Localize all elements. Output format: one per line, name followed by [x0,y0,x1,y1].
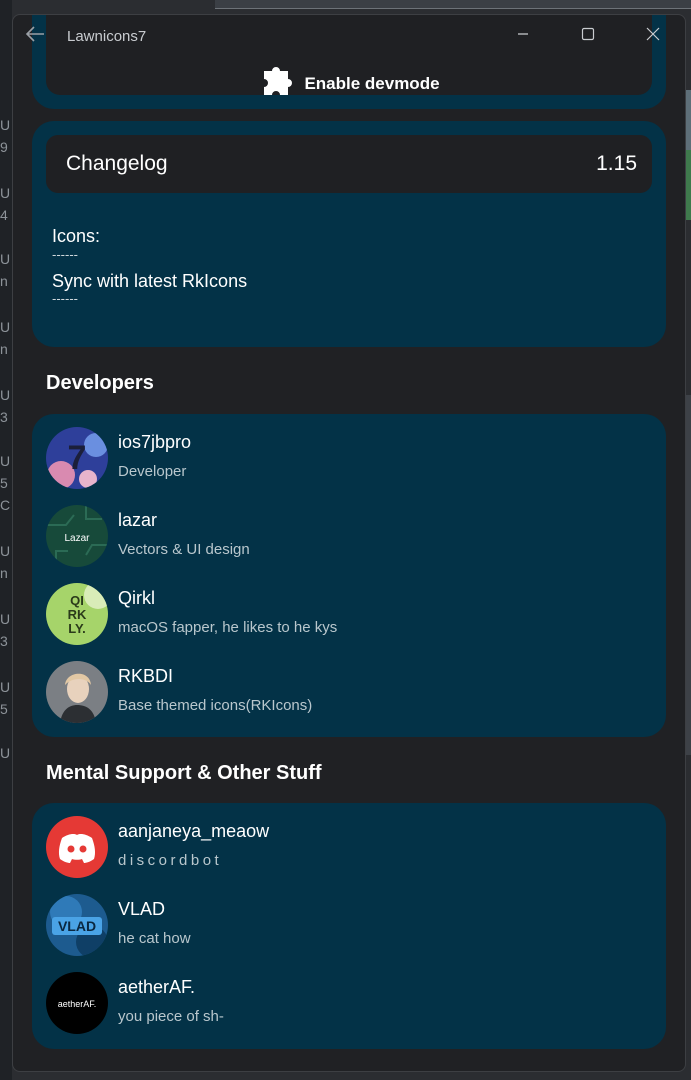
arrow-left-icon [25,25,45,47]
developer-role: Vectors & UI design [118,541,250,558]
desktop-text-fragment: n [0,341,8,357]
desktop-text-fragment: U [0,117,11,133]
svg-text:Lazar: Lazar [64,533,90,544]
avatar-vlad: VLAD [46,894,108,956]
app-window: Enable devmode Changelog 1.15 Icons: ---… [12,14,686,1072]
developer-name: ios7jbpro [118,432,192,452]
changelog-title: Changelog [66,152,168,175]
changelog-card: Changelog 1.15 Icons: ------ Sync with l… [32,121,666,347]
title-bar[interactable]: Lawnicons7 [13,15,685,57]
developer-item[interactable]: QI RK LY. Qirkl macOS fapper, he likes t… [46,583,646,647]
supporter-name: aanjaneya_meaow [118,821,270,841]
changelog-header[interactable]: Changelog 1.15 [46,135,652,193]
desktop-background-strip: U9U4UnUnU3U5CUnU3U5U [0,0,12,1080]
desktop-text-fragment: U [0,319,11,335]
avatar-rkbdi [46,661,108,723]
developers-heading: Developers [46,372,154,394]
desktop-text-fragment: 9 [0,139,8,155]
window-title: Lawnicons7 [67,27,147,45]
desktop-text-fragment: U [0,453,11,469]
supporter-name: aetherAF. [118,977,196,997]
desktop-text-fragment: U [0,745,11,761]
desktop-text-fragment: 5 [0,701,8,717]
close-icon [646,27,660,46]
desktop-text-fragment: U [0,387,11,403]
changelog-separator: ------ [52,246,78,262]
svg-text:VLAD: VLAD [58,918,96,934]
back-button[interactable] [13,15,57,57]
desktop-text-fragment: U [0,611,11,627]
supporter-role: you piece of sh- [118,1008,224,1025]
desktop-text-fragment: U [0,251,11,267]
desktop-text-fragment: 4 [0,207,8,223]
mental-support-card: aanjaneya_meaow discordbot VLAD VLAD he … [32,803,666,1049]
developer-role: Base themed icons(RKIcons) [118,697,313,714]
supporter-item[interactable]: VLAD VLAD he cat how [46,894,646,958]
changelog-line: Icons: [52,226,101,246]
changelog-separator: ------ [52,291,78,306]
desktop-text-fragment: 5 [0,475,8,491]
close-button[interactable] [620,15,685,57]
scroll-content[interactable]: Enable devmode Changelog 1.15 Icons: ---… [13,15,685,1071]
developer-role: macOS fapper, he likes to he kys [118,619,338,636]
desktop-text-fragment: U [0,185,11,201]
supporter-role: discordbot [118,852,223,869]
minimize-button[interactable] [490,15,555,57]
mental-support-heading: Mental Support & Other Stuff [46,762,322,784]
developers-card: 7 ios7jbpro Developer Lazar lazar Vector… [32,414,666,737]
developer-name: lazar [118,510,158,530]
avatar-lazar: Lazar [46,505,108,567]
avatar-qirkl: QI RK LY. [46,583,108,645]
developer-name: RKBDI [118,666,174,686]
supporter-name: VLAD [118,899,166,919]
developer-item[interactable]: RKBDI Base themed icons(RKIcons) [46,661,646,725]
svg-text:7: 7 [68,439,87,477]
desktop-text-fragment: n [0,565,8,581]
supporter-role: he cat how [118,930,191,947]
desktop-text-fragment: n [0,273,8,289]
developer-role: Developer [118,463,187,480]
developer-name: Qirkl [118,588,155,608]
supporter-item[interactable]: aetherAF. aetherAF. you piece of sh- [46,972,646,1036]
svg-text:RK: RK [68,607,87,622]
desktop-text-fragment: U [0,543,11,559]
changelog-version: 1.15 [596,152,637,175]
maximize-icon [581,27,595,46]
svg-text:aetherAF.: aetherAF. [58,999,97,1009]
developer-item[interactable]: Lazar lazar Vectors & UI design [46,505,646,569]
desktop-text-fragment: 3 [0,633,8,649]
desktop-window-edge [215,0,691,9]
changelog-body: Icons: ------ Sync with latest RkIcons -… [52,225,632,314]
avatar-aetheraf: aetherAF. [46,972,108,1034]
discord-icon [46,816,108,878]
svg-text:QI: QI [70,593,84,608]
desktop-text-fragment: 3 [0,409,8,425]
changelog-line: Sync with latest RkIcons [52,270,248,291]
svg-text:LY.: LY. [68,621,86,636]
developer-item[interactable]: 7 ios7jbpro Developer [46,427,646,491]
avatar-ios7jbpro: 7 [46,427,108,489]
puzzle-icon [258,67,294,100]
desktop-text-fragment: C [0,497,11,513]
maximize-button[interactable] [555,15,620,57]
devmode-label: Enable devmode [304,73,440,93]
supporter-item[interactable]: aanjaneya_meaow discordbot [46,816,646,880]
desktop-text-fragment: U [0,679,11,695]
minimize-icon [517,27,529,45]
